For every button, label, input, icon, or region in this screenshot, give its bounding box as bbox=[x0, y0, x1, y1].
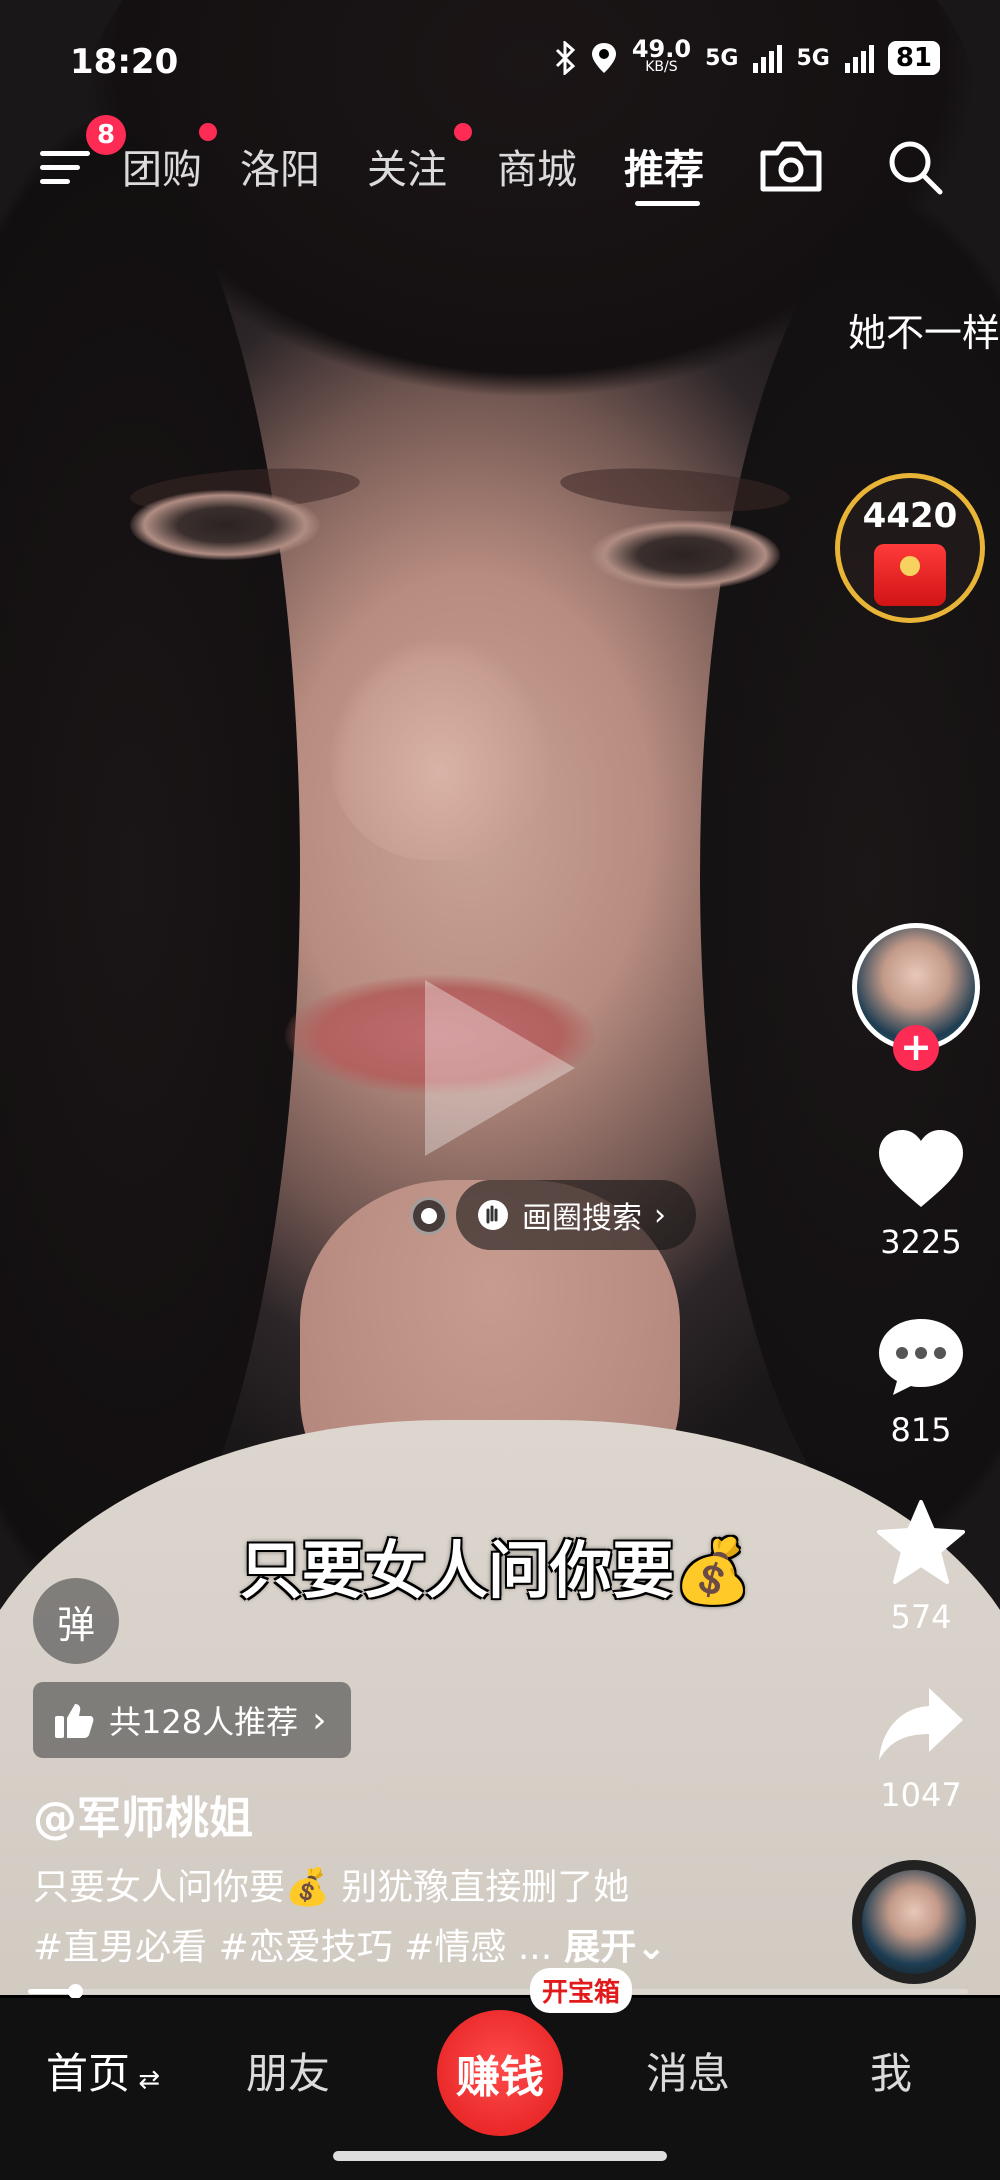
nav-messages[interactable]: 消息 bbox=[646, 2040, 730, 2101]
battery-level: 81 bbox=[887, 41, 940, 75]
chevron-right-icon: › bbox=[312, 1699, 327, 1741]
description-hashtags[interactable]: #直男必看 #恋爱技巧 #情感 ... bbox=[33, 1918, 552, 1970]
circle-search-dot[interactable] bbox=[410, 1197, 448, 1235]
sim2-network: 5G bbox=[796, 45, 830, 71]
nav-me[interactable]: 我 bbox=[870, 2040, 912, 2101]
like-count: 3225 bbox=[880, 1223, 962, 1261]
follow-button[interactable]: + bbox=[893, 1025, 939, 1071]
chevron-right-icon: › bbox=[654, 1197, 666, 1233]
danmu-toggle[interactable]: 弹 bbox=[33, 1578, 119, 1664]
chevron-down-icon: ⌄ bbox=[636, 1927, 667, 1968]
recommend-pill[interactable]: 共128人推荐 › bbox=[33, 1682, 351, 1758]
expand-button[interactable]: 展开⌄ bbox=[564, 1918, 666, 1970]
video-progress-bar[interactable] bbox=[28, 1984, 968, 1999]
tab-group-buy-dot bbox=[199, 123, 217, 141]
description-line-1: 只要女人问你要💰 别犹豫直接删了她 bbox=[33, 1867, 630, 1908]
expand-label: 展开 bbox=[564, 1927, 637, 1968]
circle-search-button[interactable]: 画圈搜索 › bbox=[456, 1180, 696, 1250]
search-icon[interactable] bbox=[885, 137, 945, 197]
sim1-network: 5G bbox=[705, 45, 739, 71]
progress-knob[interactable] bbox=[68, 1984, 83, 1999]
author-name[interactable]: @军师桃姐 bbox=[33, 1782, 253, 1846]
comment-icon bbox=[879, 1319, 963, 1395]
tab-following-dot bbox=[454, 123, 472, 141]
bluetooth-icon bbox=[555, 41, 576, 75]
video-caption: 只要女人问你要💰 bbox=[240, 1534, 752, 1607]
nav-home[interactable]: 首页 ⇄ bbox=[46, 2040, 160, 2101]
nav-earn-label: 赚钱 bbox=[456, 2052, 544, 2103]
nav-friends[interactable]: 朋友 bbox=[246, 2040, 330, 2101]
red-envelope-icon bbox=[874, 544, 946, 606]
circle-search-label: 画圈搜索 bbox=[522, 1201, 642, 1236]
status-time: 18:20 bbox=[70, 42, 179, 82]
hand-pointer-icon bbox=[478, 1200, 508, 1230]
share-icon bbox=[879, 1688, 963, 1760]
signal-icon bbox=[753, 45, 783, 73]
description-line-2: #直男必看 #恋爱技巧 #情感 ... 展开⌄ bbox=[33, 1918, 666, 1970]
refresh-arrows-icon: ⇄ bbox=[130, 2065, 161, 2095]
share-count: 1047 bbox=[880, 1776, 962, 1814]
video-frame-eye bbox=[130, 490, 320, 560]
nav-earn[interactable]: 赚钱 bbox=[437, 2010, 563, 2136]
home-indicator[interactable] bbox=[333, 2151, 667, 2161]
star-icon bbox=[877, 1500, 965, 1584]
tab-mall[interactable]: 商城 bbox=[497, 137, 577, 195]
music-disc[interactable] bbox=[852, 1860, 976, 1984]
signal-icon bbox=[844, 45, 874, 73]
status-icons: 49.0 KB/S 5G 5G 81 bbox=[554, 35, 940, 76]
video-frame-hair-left bbox=[0, 120, 300, 1620]
tab-group-buy[interactable]: 团购 bbox=[122, 137, 202, 195]
tab-recommend[interactable]: 推荐 bbox=[624, 137, 704, 195]
top-nav: 8 团购 洛阳 关注 商城 推荐 bbox=[0, 115, 1000, 206]
thumbs-up-icon bbox=[55, 1704, 94, 1738]
favorite-button[interactable]: 574 bbox=[841, 1500, 1000, 1636]
nav-home-label: 首页 bbox=[46, 2049, 131, 2098]
comment-count: 815 bbox=[890, 1411, 952, 1449]
video-frame-eye bbox=[590, 520, 780, 590]
reward-count: 4420 bbox=[862, 496, 958, 536]
reward-widget[interactable]: 4420 bbox=[835, 473, 985, 623]
favorite-count: 574 bbox=[890, 1598, 952, 1636]
share-button[interactable]: 1047 bbox=[841, 1684, 1000, 1814]
video-frame-nose bbox=[330, 640, 550, 860]
play-icon[interactable] bbox=[425, 980, 575, 1156]
net-speed-value: 49.0 bbox=[631, 35, 692, 63]
comment-button[interactable]: 815 bbox=[841, 1315, 1000, 1449]
side-overlay-text: 她不一样 bbox=[848, 311, 1000, 355]
location-icon bbox=[591, 43, 616, 73]
menu-icon[interactable] bbox=[40, 147, 92, 187]
tab-following[interactable]: 关注 bbox=[367, 137, 447, 195]
status-bar: 18:20 49.0 KB/S 5G 5G 81 bbox=[0, 0, 1000, 110]
tab-luoyang[interactable]: 洛阳 bbox=[240, 137, 320, 195]
recommend-label: 共128人推荐 bbox=[109, 1703, 299, 1741]
net-speed: 49.0 KB/S bbox=[631, 35, 692, 76]
treasure-badge[interactable]: 开宝箱 bbox=[530, 1968, 633, 2013]
active-tab-indicator bbox=[635, 201, 700, 206]
like-button[interactable]: 3225 bbox=[841, 1127, 1000, 1261]
menu-badge: 8 bbox=[86, 115, 126, 155]
heart-icon bbox=[879, 1130, 963, 1207]
camera-icon[interactable] bbox=[757, 139, 825, 195]
